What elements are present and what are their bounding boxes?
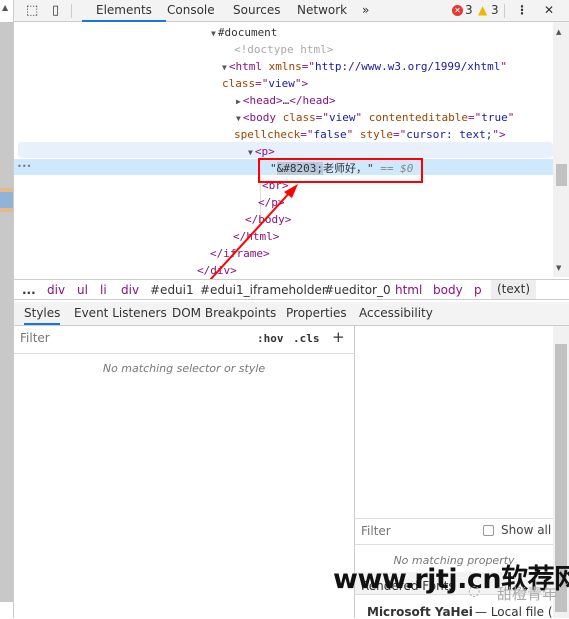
styles-empty-message: No matching selector or style: [102, 362, 266, 375]
sidebar-tabs: Styles Event Listeners DOM Breakpoints Prop…: [14, 302, 569, 326]
breadcrumb-item[interactable]: ...: [22, 283, 36, 297]
breadcrumb-item[interactable]: (text): [491, 280, 537, 299]
watermark-account: 甜橙青年: [497, 585, 558, 603]
breadcrumb-item[interactable]: #edui1: [150, 283, 194, 297]
show-all-label[interactable]: Show all: [501, 523, 551, 537]
styles-filter-input[interactable]: [20, 331, 245, 345]
sidebar-tab[interactable]: Event Listeners: [74, 306, 167, 320]
breadcrumb-item[interactable]: li: [100, 283, 107, 297]
font-name: Microsoft YaHei: [367, 605, 473, 619]
new-rule-button[interactable]: +: [332, 328, 345, 346]
styles-pane: :hov .cls + No matching selector or styl…: [14, 326, 355, 618]
font-info: — Local file (5: [475, 605, 561, 619]
breadcrumb-item[interactable]: p: [474, 283, 482, 297]
computed-filter-input[interactable]: [361, 524, 471, 538]
cls-toggle[interactable]: .cls: [293, 332, 320, 345]
sidebar-tab[interactable]: Accessibility: [359, 306, 433, 320]
breadcrumb-item[interactable]: div: [121, 283, 139, 297]
sidebar-tab[interactable]: Properties: [286, 306, 347, 320]
breadcrumb-item[interactable]: #edui1_iframeholder: [200, 283, 327, 297]
breadcrumb-item[interactable]: body: [433, 283, 463, 297]
watermark-wechat-icon: ◌: [468, 583, 481, 599]
hov-toggle[interactable]: :hov: [257, 332, 284, 345]
breadcrumb-item[interactable]: ul: [77, 283, 88, 297]
sidebar-tab[interactable]: Styles: [24, 306, 61, 325]
show-all-checkbox[interactable]: [483, 525, 494, 536]
breadcrumb: ... div ul li div #edui1 #edui1_iframeholder #u…: [14, 279, 569, 300]
breadcrumb-item[interactable]: #ueditor_0: [324, 283, 391, 297]
breadcrumb-item[interactable]: div: [47, 283, 65, 297]
sidebar-tab[interactable]: DOM Breakpoints: [172, 306, 276, 320]
breadcrumb-item[interactable]: html: [395, 283, 422, 297]
